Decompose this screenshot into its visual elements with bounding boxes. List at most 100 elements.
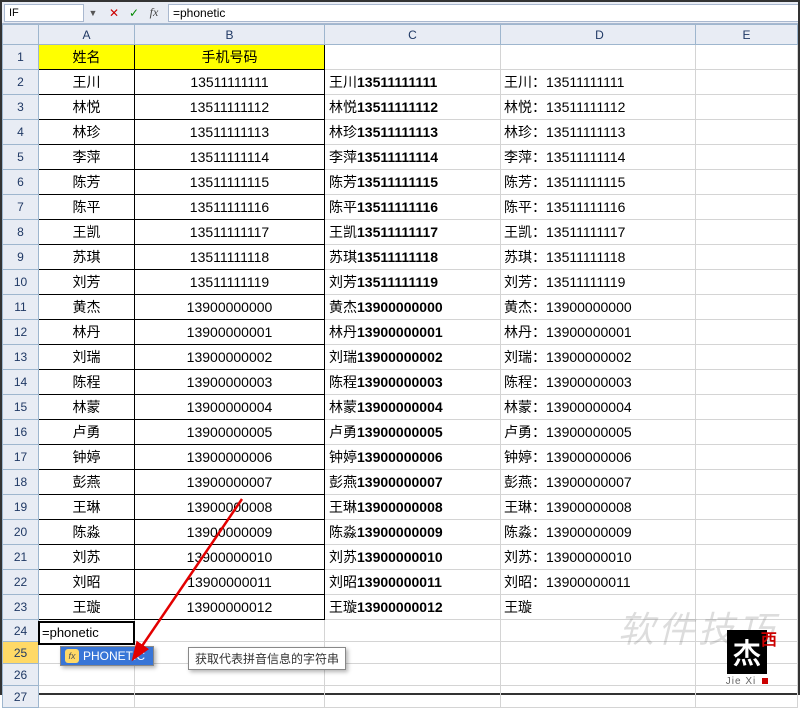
- cell[interactable]: 刘苏：13900000010: [501, 545, 696, 570]
- row-header[interactable]: 11: [3, 295, 39, 320]
- row-header[interactable]: 7: [3, 195, 39, 220]
- cell[interactable]: [696, 170, 798, 195]
- cell[interactable]: 钟婷：13900000006: [501, 445, 696, 470]
- cell[interactable]: 钟婷13900000006: [325, 445, 501, 470]
- cell[interactable]: [696, 195, 798, 220]
- cancel-icon[interactable]: ✕: [106, 5, 122, 21]
- row-header[interactable]: 5: [3, 145, 39, 170]
- cell[interactable]: 卢勇：13900000005: [501, 420, 696, 445]
- cell[interactable]: 刘瑞：13900000002: [501, 345, 696, 370]
- cell[interactable]: [325, 642, 501, 664]
- cell[interactable]: 13900000012: [135, 595, 325, 620]
- cell[interactable]: [696, 420, 798, 445]
- cell[interactable]: 彭燕: [39, 470, 135, 495]
- cell[interactable]: [696, 220, 798, 245]
- select-all-corner[interactable]: [3, 25, 39, 45]
- cell[interactable]: 13511111119: [135, 270, 325, 295]
- cell[interactable]: 13900000001: [135, 320, 325, 345]
- cell[interactable]: [696, 295, 798, 320]
- cell[interactable]: 王凯13511111117: [325, 220, 501, 245]
- fx-icon[interactable]: fx: [146, 5, 162, 21]
- cell[interactable]: 林丹13900000001: [325, 320, 501, 345]
- cell[interactable]: 13511111117: [135, 220, 325, 245]
- cell[interactable]: 刘芳13511111119: [325, 270, 501, 295]
- cell[interactable]: 林珍13511111113: [325, 120, 501, 145]
- cell[interactable]: 13900000005: [135, 420, 325, 445]
- cell[interactable]: 林丹：13900000001: [501, 320, 696, 345]
- cell[interactable]: [696, 345, 798, 370]
- cell[interactable]: [135, 686, 325, 708]
- cell[interactable]: 陈程13900000003: [325, 370, 501, 395]
- cell[interactable]: [696, 95, 798, 120]
- cell[interactable]: [696, 270, 798, 295]
- cell[interactable]: 彭燕13900000007: [325, 470, 501, 495]
- cell[interactable]: [696, 495, 798, 520]
- cell[interactable]: 陈淼：13900000009: [501, 520, 696, 545]
- cell[interactable]: [696, 595, 798, 620]
- cell[interactable]: 刘芳：13511111119: [501, 270, 696, 295]
- cell[interactable]: 13900000006: [135, 445, 325, 470]
- cell[interactable]: 林蒙：13900000004: [501, 395, 696, 420]
- row-header[interactable]: 24: [3, 620, 39, 642]
- cell[interactable]: 13511111116: [135, 195, 325, 220]
- row-header[interactable]: 27: [3, 686, 39, 708]
- cell[interactable]: 13511111118: [135, 245, 325, 270]
- row-header[interactable]: 20: [3, 520, 39, 545]
- cell[interactable]: 苏琪：13511111118: [501, 245, 696, 270]
- row-header[interactable]: 1: [3, 45, 39, 70]
- cell[interactable]: [696, 470, 798, 495]
- cell[interactable]: 林珍：13511111113: [501, 120, 696, 145]
- cell[interactable]: 陈淼13900000009: [325, 520, 501, 545]
- cell[interactable]: 卢勇: [39, 420, 135, 445]
- cell[interactable]: 刘瑞13900000002: [325, 345, 501, 370]
- cell[interactable]: 手机号码: [135, 45, 325, 70]
- cell[interactable]: 刘昭13900000011: [325, 570, 501, 595]
- cell[interactable]: 陈平: [39, 195, 135, 220]
- cell[interactable]: [501, 686, 696, 708]
- cell[interactable]: 林丹: [39, 320, 135, 345]
- cell[interactable]: [696, 395, 798, 420]
- cell[interactable]: [696, 145, 798, 170]
- spreadsheet-grid[interactable]: A B C D E 1 姓名 手机号码 2 王川 13511111111 王川1…: [2, 24, 798, 708]
- cell[interactable]: 陈芳: [39, 170, 135, 195]
- cell[interactable]: 13511111112: [135, 95, 325, 120]
- cell[interactable]: 黄杰：13900000000: [501, 295, 696, 320]
- cell[interactable]: 陈淼: [39, 520, 135, 545]
- cell[interactable]: 陈平13511111116: [325, 195, 501, 220]
- cell[interactable]: [501, 664, 696, 686]
- row-header[interactable]: 22: [3, 570, 39, 595]
- cell[interactable]: [696, 445, 798, 470]
- cell[interactable]: [325, 45, 501, 70]
- cell[interactable]: [696, 320, 798, 345]
- cell[interactable]: [696, 245, 798, 270]
- cell[interactable]: 苏琪: [39, 245, 135, 270]
- name-box-dropdown-icon[interactable]: ▼: [86, 8, 100, 18]
- cell[interactable]: 黄杰: [39, 295, 135, 320]
- cell[interactable]: [325, 664, 501, 686]
- cell[interactable]: [696, 120, 798, 145]
- cell[interactable]: 林珍: [39, 120, 135, 145]
- row-header[interactable]: 18: [3, 470, 39, 495]
- cell[interactable]: 林悦: [39, 95, 135, 120]
- cell[interactable]: 13900000008: [135, 495, 325, 520]
- cell[interactable]: [696, 570, 798, 595]
- cell[interactable]: 彭燕：13900000007: [501, 470, 696, 495]
- cell[interactable]: 林蒙: [39, 395, 135, 420]
- cell[interactable]: 刘昭：13900000011: [501, 570, 696, 595]
- cell[interactable]: 13900000010: [135, 545, 325, 570]
- autocomplete-item[interactable]: fx PHONETIC: [61, 647, 153, 665]
- cell[interactable]: 王璇: [501, 595, 696, 620]
- row-header[interactable]: 14: [3, 370, 39, 395]
- row-header[interactable]: 12: [3, 320, 39, 345]
- cell[interactable]: [696, 45, 798, 70]
- cell[interactable]: 姓名: [39, 45, 135, 70]
- row-header[interactable]: 26: [3, 664, 39, 686]
- cell[interactable]: 刘芳: [39, 270, 135, 295]
- cell[interactable]: [325, 620, 501, 642]
- cell[interactable]: 13900000007: [135, 470, 325, 495]
- cell[interactable]: [325, 686, 501, 708]
- confirm-icon[interactable]: ✓: [126, 5, 142, 21]
- cell[interactable]: 王璇: [39, 595, 135, 620]
- cell[interactable]: 李萍13511111114: [325, 145, 501, 170]
- col-header-A[interactable]: A: [39, 25, 135, 45]
